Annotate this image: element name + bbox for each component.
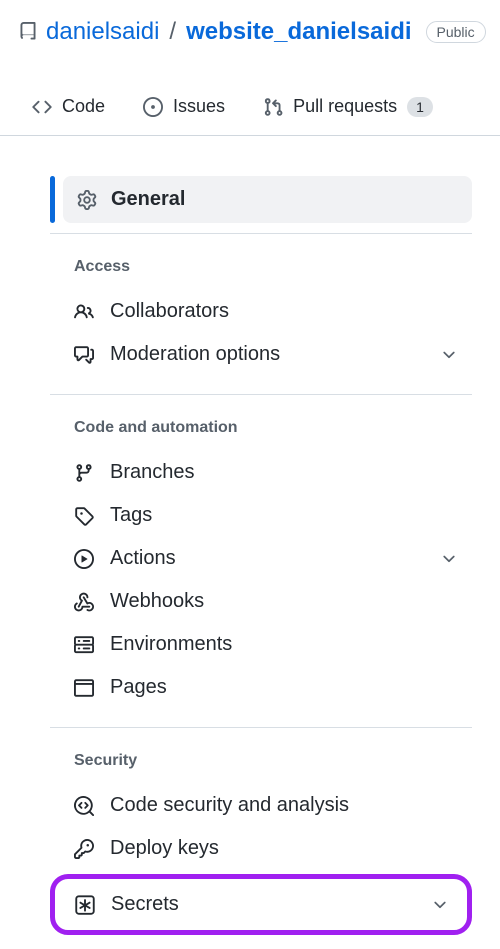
slash-separator: / <box>167 18 178 46</box>
tab-code[interactable]: Code <box>28 86 109 135</box>
sidebar-item-actions[interactable]: Actions <box>50 537 472 580</box>
tab-pulls-label: Pull requests <box>293 96 397 117</box>
tab-pulls[interactable]: Pull requests 1 <box>259 86 437 135</box>
pull-request-icon <box>263 97 283 117</box>
tags-label: Tags <box>110 504 458 527</box>
sidebar-item-general[interactable]: General <box>50 176 472 223</box>
chevron-down-icon <box>440 346 458 364</box>
code-security-label: Code security and analysis <box>110 794 458 817</box>
chevron-down-icon <box>431 896 449 914</box>
pages-label: Pages <box>110 676 458 699</box>
gear-icon <box>77 190 97 210</box>
collaborators-label: Collaborators <box>110 300 458 323</box>
repo-tabs: Code Issues Pull requests 1 <box>0 46 500 136</box>
environments-label: Environments <box>110 633 458 656</box>
section-heading-access: Access <box>50 234 472 290</box>
repo-link[interactable]: website_danielsaidi <box>186 18 411 46</box>
sidebar-item-moderation[interactable]: Moderation options <box>50 333 472 376</box>
asterisk-icon <box>75 895 95 915</box>
sidebar-item-branches[interactable]: Branches <box>50 451 472 494</box>
code-icon <box>32 97 52 117</box>
chevron-down-icon <box>440 550 458 568</box>
repo-header: danielsaidi / website_danielsaidi Public <box>0 0 500 46</box>
repo-icon <box>18 22 38 42</box>
section-heading-security: Security <box>50 728 472 784</box>
sidebar-item-code-security[interactable]: Code security and analysis <box>50 784 472 827</box>
webhooks-label: Webhooks <box>110 590 458 613</box>
tab-issues[interactable]: Issues <box>139 86 229 135</box>
general-label: General <box>111 188 185 211</box>
repo-title: danielsaidi / website_danielsaidi Public <box>18 18 484 46</box>
webhook-icon <box>74 592 94 612</box>
tab-code-label: Code <box>62 96 105 117</box>
highlighted-secrets: Secrets <box>50 874 472 935</box>
sidebar-item-environments[interactable]: Environments <box>50 623 472 666</box>
people-icon <box>74 302 94 322</box>
git-branch-icon <box>74 463 94 483</box>
moderation-label: Moderation options <box>110 343 424 366</box>
browser-icon <box>74 678 94 698</box>
comment-discussion-icon <box>74 345 94 365</box>
sidebar-item-pages[interactable]: Pages <box>50 666 472 709</box>
pulls-count-badge: 1 <box>407 97 433 117</box>
section-heading-code-automation: Code and automation <box>50 395 472 451</box>
owner-link[interactable]: danielsaidi <box>46 18 159 46</box>
play-icon <box>74 549 94 569</box>
tag-icon <box>74 506 94 526</box>
deploy-keys-label: Deploy keys <box>110 837 458 860</box>
key-icon <box>74 839 94 859</box>
sidebar-item-collaborators[interactable]: Collaborators <box>50 290 472 333</box>
branches-label: Branches <box>110 461 458 484</box>
visibility-badge: Public <box>426 21 486 43</box>
sidebar-item-secrets[interactable]: Secrets <box>59 883 463 926</box>
settings-sidebar: General Access Collaborators Moderation … <box>0 136 500 935</box>
issues-icon <box>143 97 163 117</box>
active-indicator <box>50 176 55 223</box>
sidebar-item-webhooks[interactable]: Webhooks <box>50 580 472 623</box>
sidebar-item-deploy-keys[interactable]: Deploy keys <box>50 827 472 870</box>
sidebar-item-tags[interactable]: Tags <box>50 494 472 537</box>
codescan-icon <box>74 796 94 816</box>
secrets-label: Secrets <box>111 893 415 916</box>
actions-label: Actions <box>110 547 424 570</box>
server-icon <box>74 635 94 655</box>
tab-issues-label: Issues <box>173 96 225 117</box>
